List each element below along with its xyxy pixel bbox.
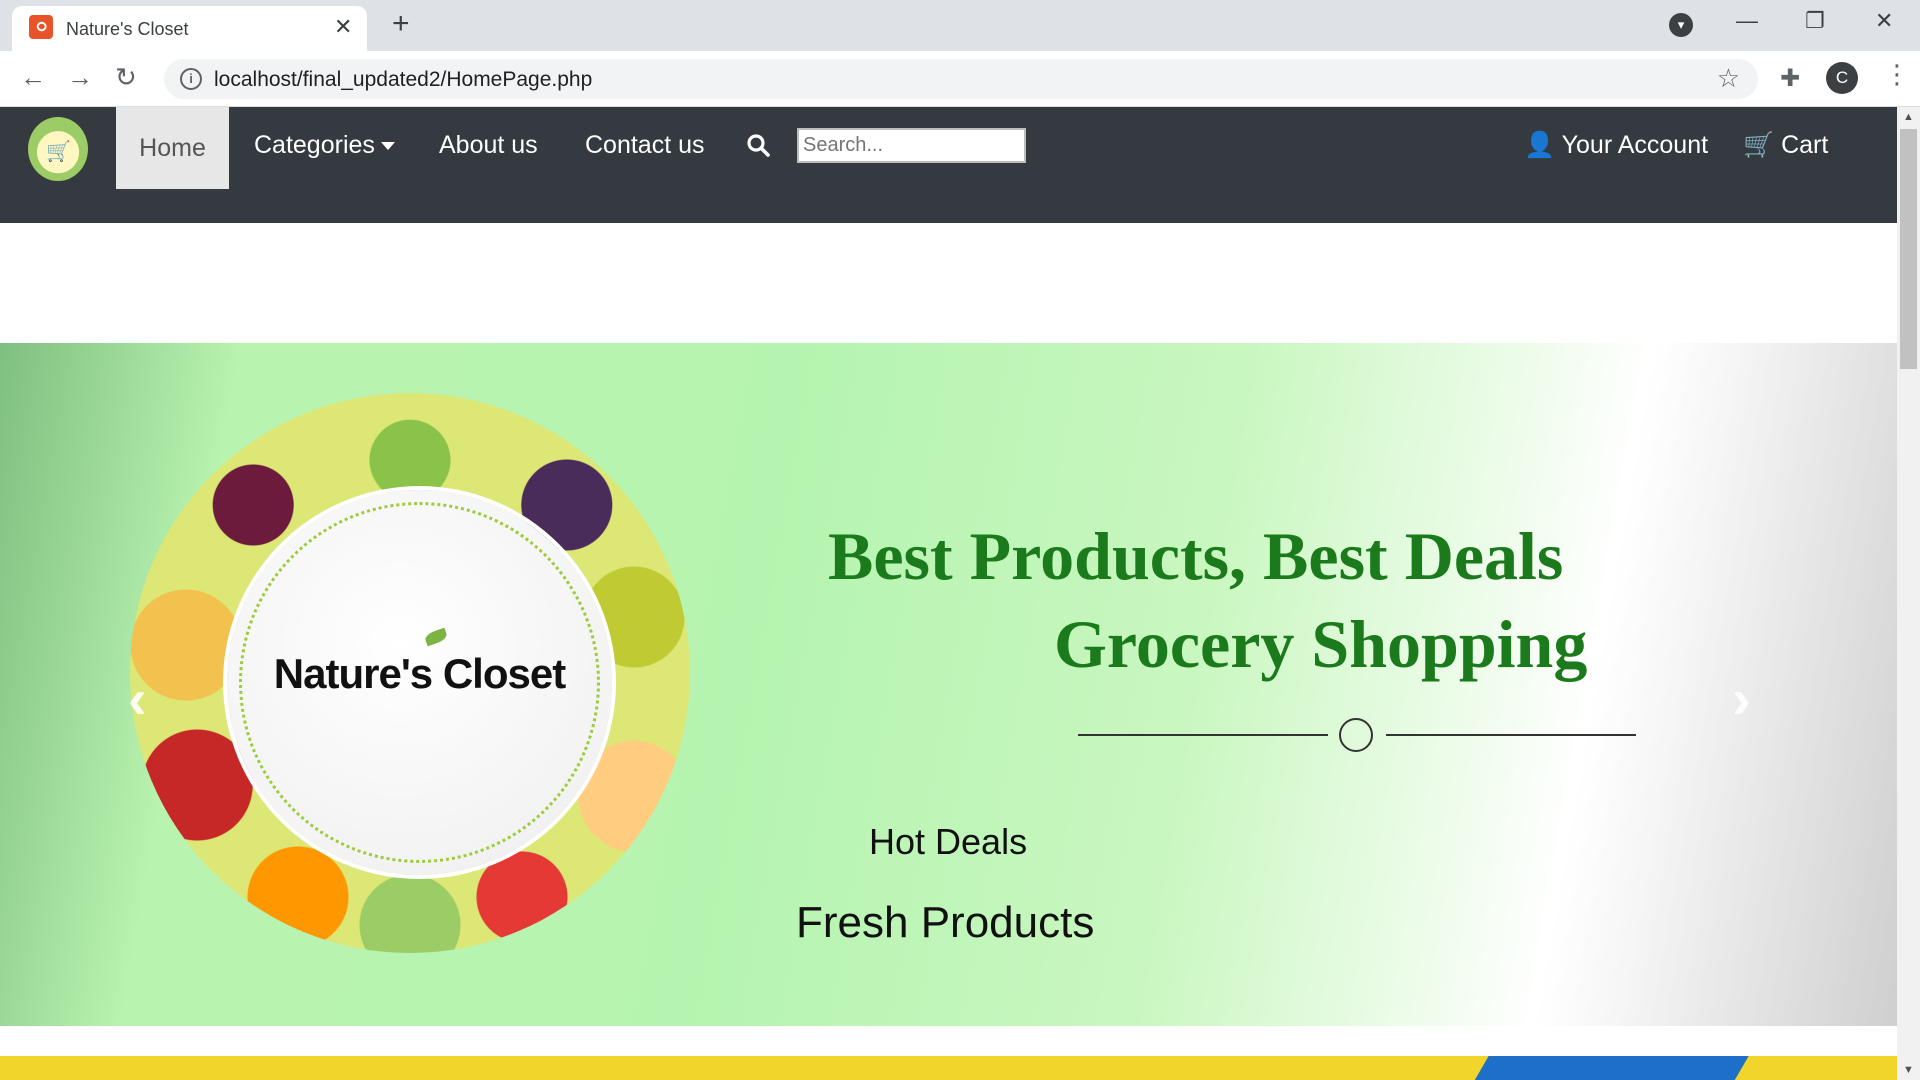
nav-cart-label: Cart <box>1781 131 1829 159</box>
profile-avatar[interactable]: C <box>1826 62 1858 94</box>
nav-home[interactable]: Home <box>116 107 229 189</box>
brand-badge: Nature's Closet <box>227 490 612 875</box>
divider-right <box>1386 734 1636 736</box>
tab-close-icon[interactable]: ✕ <box>334 14 352 40</box>
scroll-up-arrow-icon[interactable]: ▲ <box>1903 111 1914 123</box>
scroll-thumb[interactable] <box>1900 129 1917 369</box>
page-scrollbar[interactable]: ▲ ▼ <box>1897 107 1920 1080</box>
nav-about[interactable]: About us <box>439 131 538 160</box>
scroll-down-arrow-icon[interactable]: ▼ <box>1903 1064 1914 1076</box>
nav-contact[interactable]: Contact us <box>585 131 705 160</box>
forward-arrow-icon[interactable]: → <box>67 62 93 93</box>
close-window-button[interactable]: ✕ <box>1875 8 1893 34</box>
brand-name: Nature's Closet <box>273 650 566 697</box>
nav-account-label: Your Account <box>1561 131 1709 159</box>
search-icon[interactable] <box>746 133 770 157</box>
carousel-prev-icon[interactable]: ‹ <box>128 666 147 731</box>
bookmark-star-icon[interactable]: ☆ <box>1717 63 1740 94</box>
nav-categories[interactable]: Categories <box>254 131 395 160</box>
browser-menu-icon[interactable]: ⋮ <box>1884 59 1910 90</box>
divider-circle <box>1339 718 1373 752</box>
new-tab-button[interactable]: + <box>392 9 410 39</box>
site-logo[interactable]: 🛒 <box>28 117 88 181</box>
url-text[interactable]: localhost/final_updated2/HomePage.php <box>214 68 592 92</box>
browser-tab-strip: ഠ Nature's Closet ✕ + ▾ — ❐ ✕ <box>0 0 1920 51</box>
browser-toolbar: ← → ↻ i localhost/final_updated2/HomePag… <box>0 51 1920 107</box>
hero-headline-line1: Best Products, Best Deals <box>828 518 1564 594</box>
hero-subtext-hot-deals: Hot Deals <box>869 821 1028 862</box>
page-viewport: 🛒 Home Categories About us Contact us 👤 … <box>0 107 1897 1080</box>
nav-your-account[interactable]: 👤 Your Account <box>1524 131 1708 160</box>
browser-tab[interactable]: ഠ Nature's Closet ✕ <box>12 6 367 51</box>
nav-categories-label: Categories <box>254 131 375 159</box>
xampp-favicon-icon: ഠ <box>29 15 53 39</box>
divider-left <box>1078 734 1328 736</box>
basket-icon: 🛒 <box>46 141 71 163</box>
hero-subtext-fresh-products: Fresh Products <box>796 898 1095 947</box>
user-icon: 👤 <box>1524 131 1556 159</box>
minimize-button[interactable]: — <box>1736 8 1758 34</box>
reload-icon[interactable]: ↻ <box>115 62 137 93</box>
site-navbar: 🛒 Home Categories About us Contact us 👤 … <box>0 107 1897 223</box>
site-info-icon[interactable]: i <box>180 68 202 90</box>
nav-cart[interactable]: 🛒 Cart <box>1743 131 1828 160</box>
address-bar[interactable]: i localhost/final_updated2/HomePage.php … <box>164 59 1758 99</box>
back-arrow-icon[interactable]: ← <box>20 62 46 93</box>
carousel-next-icon[interactable]: › <box>1732 666 1751 731</box>
caret-down-icon <box>380 142 395 151</box>
hero-carousel: Nature's Closet Best Products, Best Deal… <box>0 343 1897 1026</box>
extensions-puzzle-icon[interactable]: ✚ <box>1780 64 1800 93</box>
banner-blue-shape <box>1471 1056 1749 1080</box>
restore-button[interactable]: ❐ <box>1805 8 1825 34</box>
search-input[interactable] <box>797 128 1026 163</box>
tab-title: Nature's Closet <box>66 19 189 39</box>
cart-icon: 🛒 <box>1743 131 1775 159</box>
tab-search-dropdown-icon[interactable]: ▾ <box>1669 13 1693 37</box>
hero-headline-line2: Grocery Shopping <box>1054 606 1588 682</box>
